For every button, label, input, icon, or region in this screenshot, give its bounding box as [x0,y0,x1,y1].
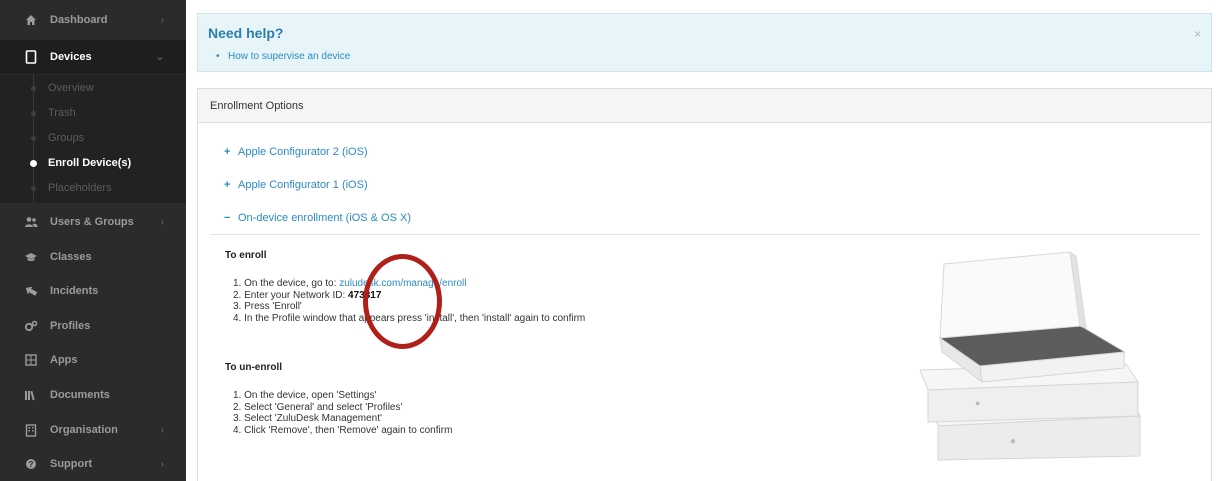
sidebar-item-support[interactable]: ? Support › [0,447,186,481]
sidebar-item-dashboard[interactable]: Dashboard › [0,3,186,37]
chevron-right-icon: › [160,216,164,228]
support-icon: ? [24,457,38,471]
bullet-icon [31,85,36,91]
sidebar-item-profiles[interactable]: Profiles [0,309,186,343]
chevron-right-icon: › [160,424,164,436]
highlight-circle [363,254,442,349]
help-link[interactable]: How to supervise an device [216,51,350,62]
device-boxes-illustration: ● ● [919,250,1141,461]
unenroll-heading: To un-enroll [225,362,283,373]
documents-icon [24,388,38,402]
sidebar-item-label: Incidents [50,285,99,297]
submenu-label: Trash [48,107,76,119]
submenu-label: Groups [48,132,85,144]
sidebar-item-label: Devices [50,51,92,63]
submenu-item-overview[interactable]: Overview [0,75,186,101]
svg-text:●: ● [1010,436,1016,447]
classes-icon [24,250,38,264]
sidebar-item-incidents[interactable]: Incidents [0,274,186,308]
accordion-apple-configurator-1[interactable]: + Apple Configurator 1 (iOS) [224,179,368,191]
incidents-icon [24,284,38,298]
help-box: Need help? How to supervise an device × [197,13,1212,72]
devices-submenu: Overview Trash Groups Enroll Device(s) P… [0,75,186,203]
users-icon [24,215,38,229]
bullet-icon [31,185,36,191]
accordion-label: Apple Configurator 1 (iOS) [238,179,368,191]
chevron-down-icon: ⌄ [155,51,164,63]
sidebar-item-devices[interactable]: Devices ⌄ [0,40,186,74]
bullet-icon [31,135,36,141]
divider [210,234,1200,235]
apps-icon [24,353,38,367]
minus-icon: − [224,212,231,224]
unenroll-step-2: 2. Select 'General' and select 'Profiles… [233,401,403,413]
device-icon [24,50,38,64]
unenroll-step-3: 3. Select 'ZuluDesk Management' [233,413,382,424]
sidebar-item-documents[interactable]: Documents [0,378,186,412]
close-icon[interactable]: × [1194,27,1201,41]
chevron-right-icon: › [160,458,164,470]
accordion-label: On-device enrollment (iOS & OS X) [238,212,412,224]
plus-icon: + [224,146,231,158]
submenu-label: Enroll Device(s) [48,157,132,169]
unenroll-step-4: 4. Click 'Remove', then 'Remove' again t… [233,424,453,436]
home-icon [24,13,38,27]
organisation-icon [24,423,38,437]
bullet-icon [30,159,37,167]
plus-icon: + [224,179,231,191]
accordion-on-device-enrollment[interactable]: − On-device enrollment (iOS & OS X) [224,212,411,224]
svg-text:●: ● [975,398,980,408]
panel-header: Enrollment Options [198,89,1211,123]
sidebar-item-apps[interactable]: Apps [0,343,186,377]
accordion-label: Apple Configurator 2 (iOS) [238,146,368,158]
svg-text:?: ? [29,460,34,469]
step-text: 1. On the device, go to: [233,278,340,289]
submenu-label: Placeholders [48,182,112,194]
bullet-icon [31,110,36,116]
submenu-item-groups[interactable]: Groups [0,125,186,151]
sidebar-item-label: Apps [50,354,78,366]
chevron-right-icon: › [160,14,164,26]
accordion-apple-configurator-2[interactable]: + Apple Configurator 2 (iOS) [224,146,368,158]
submenu-item-enroll-devices[interactable]: Enroll Device(s) [0,150,186,176]
submenu-item-trash[interactable]: Trash [0,100,186,126]
enroll-heading: To enroll [225,250,267,261]
unenroll-steps: 1. On the device, open 'Settings' 2. Sel… [233,390,452,436]
sidebar-item-label: Organisation [50,424,118,436]
panel-title: Enrollment Options [210,100,304,112]
sidebar-item-label: Users & Groups [50,216,134,228]
sidebar-item-label: Dashboard [50,14,108,26]
sidebar-item-label: Classes [50,251,92,263]
help-title: Need help? [208,25,284,41]
sidebar-item-users-groups[interactable]: Users & Groups › [0,205,186,239]
sidebar-item-label: Support [50,458,93,470]
submenu-item-placeholders[interactable]: Placeholders [0,175,186,201]
unenroll-step-1: 1. On the device, open 'Settings' [233,390,377,401]
sidebar: Dashboard › Devices ⌄ Overview Trash Gro… [0,0,186,481]
sidebar-item-label: Documents [50,389,110,401]
sidebar-item-organisation[interactable]: Organisation › [0,413,186,447]
step-text: 2. Enter your Network ID: [233,289,349,301]
sidebar-item-label: Profiles [50,320,91,332]
sidebar-item-classes[interactable]: Classes [0,240,186,274]
profiles-icon [24,319,38,333]
submenu-label: Overview [48,82,94,94]
